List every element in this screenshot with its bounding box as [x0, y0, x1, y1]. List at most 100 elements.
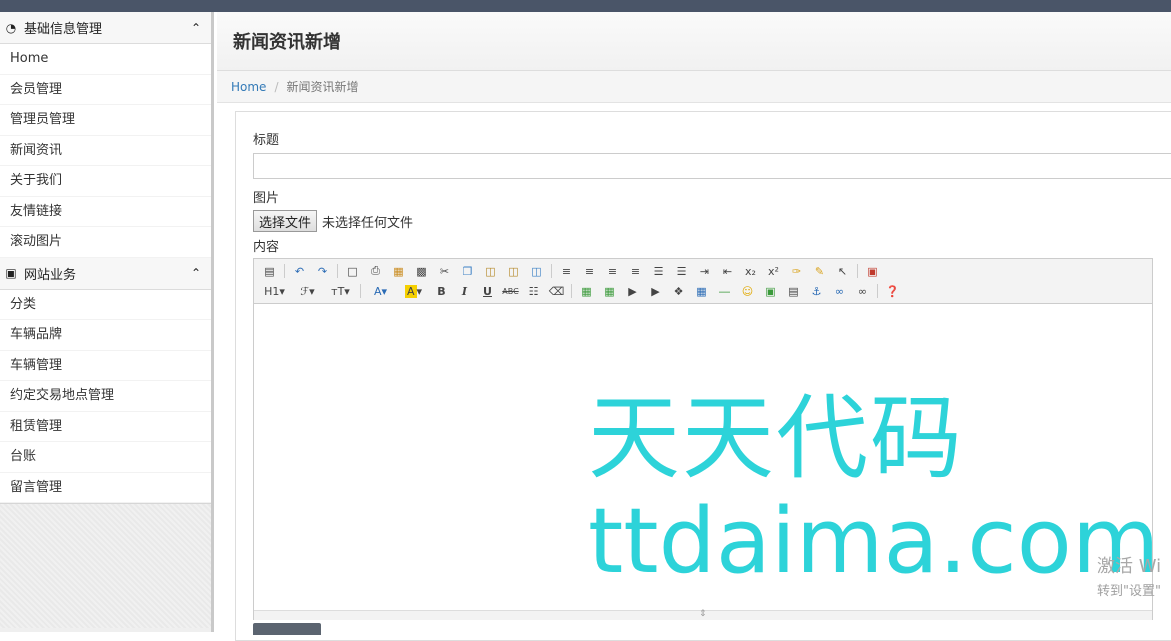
toolbar-separator [571, 284, 572, 298]
indent-icon[interactable]: ⇥ [696, 262, 714, 280]
image-label: 图片 [253, 191, 280, 206]
image-icon[interactable]: ▦ [578, 282, 596, 300]
line-height-icon[interactable]: ☷ [525, 282, 543, 300]
page-header: 新闻资讯新增 [217, 12, 1171, 71]
breadcrumb-home-link[interactable]: Home [231, 80, 266, 94]
undo-icon[interactable]: ↶ [291, 262, 309, 280]
copy-icon[interactable]: ❐ [459, 262, 477, 280]
submit-button[interactable] [253, 623, 321, 635]
emoji-icon[interactable]: ☺ [739, 282, 757, 300]
windows-activation-hint: 转到"设置" [1097, 584, 1161, 599]
paste-icon[interactable]: ◫ [482, 262, 500, 280]
content-label: 内容 [253, 240, 280, 255]
heading-label: H1 [264, 284, 280, 298]
top-bar [0, 0, 1171, 12]
font-size-dropdown[interactable]: тT ▾ [327, 282, 355, 300]
help-icon[interactable]: ❓ [884, 282, 902, 300]
sidebar-item-ledger[interactable]: 台账 [0, 442, 211, 473]
sidebar-item-links[interactable]: 友情链接 [0, 197, 211, 227]
font-family-dropdown[interactable]: ℱ ▾ [294, 282, 322, 300]
sidebar-item-admins[interactable]: 管理员管理 [0, 105, 211, 136]
highlight-color-icon[interactable]: A ▾ [400, 282, 428, 300]
section-title: 基础信息管理 [24, 22, 103, 37]
editor-statusbar: ⇕ [254, 609, 1152, 620]
unordered-list-icon[interactable]: ☰ [673, 262, 691, 280]
sidebar-item-carousel[interactable]: 滚动图片 [0, 227, 211, 258]
title-input[interactable] [253, 153, 1171, 179]
toolbar-separator [857, 264, 858, 278]
template-icon[interactable]: ▦ [390, 262, 408, 280]
toolbar-separator [284, 264, 285, 278]
bold-icon[interactable]: B [433, 282, 451, 300]
sidebar-item-news[interactable]: 新闻资讯 [0, 136, 211, 166]
windows-activation-watermark: 激活 Wi [1097, 556, 1162, 577]
sidebar-items-business: 分类 车辆品牌 车辆管理 约定交易地点管理 租赁管理 台账 留言管理 [0, 289, 211, 503]
anchor-icon[interactable]: ⚓ [808, 282, 826, 300]
sidebar-item-vehicles[interactable]: 车辆管理 [0, 351, 211, 381]
clear-format-icon[interactable]: ✑ [788, 262, 806, 280]
preview-icon[interactable]: □ [344, 262, 362, 280]
sidebar-section-business[interactable]: ▣ 网站业务 ⌃ [0, 257, 211, 290]
toolbar-separator [877, 284, 878, 298]
fullscreen-icon[interactable]: ▣ [864, 262, 882, 280]
hr-icon[interactable]: ― [716, 282, 734, 300]
flash-icon[interactable]: ▶ [624, 282, 642, 300]
code-icon[interactable]: ▩ [413, 262, 431, 280]
chevron-up-icon[interactable]: ⌃ [191, 266, 201, 280]
select-all-icon[interactable]: ✎ [811, 262, 829, 280]
attachment-icon[interactable]: ❖ [670, 282, 688, 300]
outdent-icon[interactable]: ⇤ [719, 262, 737, 280]
font-family-label: ℱ [300, 284, 310, 298]
briefcase-icon: ▣ [5, 266, 17, 280]
rich-text-editor: ▤ ↶ ↷ □ ⎙ ▦ ▩ ✂ ❐ ◫ ◫ ◫ ≡ ≡ ≡ ≡ ☰ ☰ ⇥ ⇤ … [253, 258, 1153, 620]
eraser-icon[interactable]: ⌫ [548, 282, 566, 300]
sidebar-item-locations[interactable]: 约定交易地点管理 [0, 381, 211, 412]
align-left-icon[interactable]: ≡ [558, 262, 576, 280]
sidebar-item-home[interactable]: Home [0, 44, 211, 75]
sidebar-item-members[interactable]: 会员管理 [0, 75, 211, 105]
pagebreak-icon[interactable]: ▤ [785, 282, 803, 300]
subscript-icon[interactable]: x₂ [742, 262, 760, 280]
table-icon[interactable]: ▦ [693, 282, 711, 300]
file-status: 未选择任何文件 [322, 215, 414, 231]
font-color-icon[interactable]: A▾ [367, 282, 395, 300]
breadcrumb: Home / 新闻资讯新增 [217, 71, 1171, 103]
heading-dropdown[interactable]: H1 ▾ [261, 282, 289, 300]
redo-icon[interactable]: ↷ [314, 262, 332, 280]
editor-toolbar: ▤ ↶ ↷ □ ⎙ ▦ ▩ ✂ ❐ ◫ ◫ ◫ ≡ ≡ ≡ ≡ ☰ ☰ ⇥ ⇤ … [254, 259, 1152, 304]
source-icon[interactable]: ▤ [261, 262, 279, 280]
sidebar-section-basic[interactable]: ◔ 基础信息管理 ⌃ [0, 12, 211, 44]
chevron-up-icon[interactable]: ⌃ [191, 21, 201, 35]
toolbar-separator [360, 284, 361, 298]
print-icon[interactable]: ⎙ [367, 262, 385, 280]
editor-content-area[interactable]: 天天代码 ttdaima.com [254, 304, 1152, 610]
paste-text-icon[interactable]: ◫ [505, 262, 523, 280]
insert-picture-icon[interactable]: ▣ [762, 282, 780, 300]
cursor-icon[interactable]: ↖ [834, 262, 852, 280]
align-center-icon[interactable]: ≡ [581, 262, 599, 280]
cut-icon[interactable]: ✂ [436, 262, 454, 280]
sidebar-item-rentals[interactable]: 租赁管理 [0, 412, 211, 442]
sidebar-item-brands[interactable]: 车辆品牌 [0, 320, 211, 351]
justify-icon[interactable]: ≡ [627, 262, 645, 280]
sidebar-item-messages[interactable]: 留言管理 [0, 473, 211, 503]
choose-file-button[interactable]: 选择文件 [253, 210, 318, 232]
toolbar-separator [337, 264, 338, 278]
align-right-icon[interactable]: ≡ [604, 262, 622, 280]
media-icon[interactable]: ▶ [647, 282, 665, 300]
unlink-icon[interactable]: ∞ [854, 282, 872, 300]
link-icon[interactable]: ∞ [831, 282, 849, 300]
paste-word-icon[interactable]: ◫ [528, 262, 546, 280]
ordered-list-icon[interactable]: ☰ [650, 262, 668, 280]
resize-grip-icon[interactable]: ⇕ [699, 609, 707, 619]
sidebar-background [0, 503, 211, 628]
superscript-icon[interactable]: x² [765, 262, 783, 280]
sidebar-item-about[interactable]: 关于我们 [0, 166, 211, 197]
breadcrumb-current: 新闻资讯新增 [286, 80, 359, 94]
dashboard-icon: ◔ [5, 20, 17, 35]
underline-icon[interactable]: U [479, 282, 497, 300]
sidebar-item-category[interactable]: 分类 [0, 290, 211, 320]
strikethrough-icon[interactable]: ABC [502, 282, 520, 300]
multi-image-icon[interactable]: ▦ [601, 282, 619, 300]
italic-icon[interactable]: I [456, 282, 474, 300]
